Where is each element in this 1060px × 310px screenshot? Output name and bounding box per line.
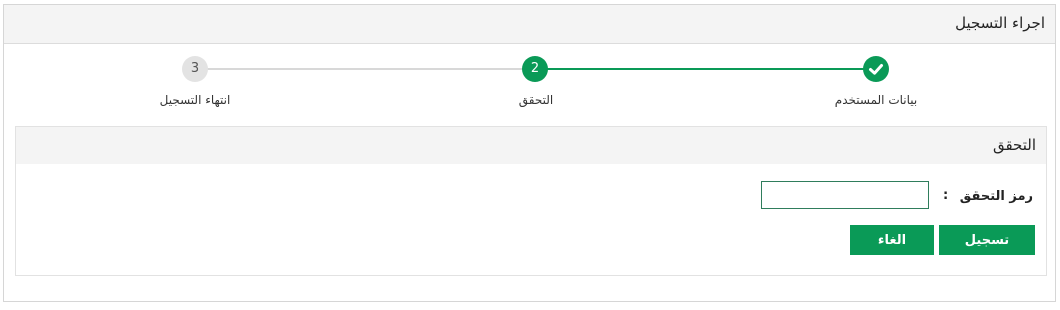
step-2-circle: 2 xyxy=(522,56,548,82)
verification-card: التحقق رمز التحقق : تسجيل الغاء xyxy=(15,126,1047,276)
verification-title: التحقق xyxy=(992,136,1036,154)
cancel-button[interactable]: الغاء xyxy=(850,225,934,255)
step-1-label: بيانات المستخدم xyxy=(834,93,918,107)
panel-title: اجراء التسجيل xyxy=(955,14,1045,32)
step-3-circle: 3 xyxy=(182,56,208,82)
check-icon xyxy=(869,64,883,75)
label-colon: : xyxy=(943,188,949,203)
stepper-line-complete xyxy=(540,68,880,70)
verification-code-input[interactable] xyxy=(761,181,929,209)
step-3-label: انتهاء التسجيل xyxy=(159,93,231,107)
registration-panel: اجراء التسجيل بيانات المستخدم 2 التحقق 3… xyxy=(3,4,1056,302)
registration-stepper: بيانات المستخدم 2 التحقق 3 انتهاء التسجي… xyxy=(4,45,1057,115)
panel-header: اجراء التسجيل xyxy=(4,5,1055,44)
register-button[interactable]: تسجيل xyxy=(939,225,1035,255)
step-2-label: التحقق xyxy=(518,93,554,107)
stepper-line-pending xyxy=(199,68,540,70)
verification-code-label: رمز التحقق xyxy=(959,189,1033,204)
step-1-circle xyxy=(863,56,889,82)
verification-header: التحقق xyxy=(16,127,1046,164)
